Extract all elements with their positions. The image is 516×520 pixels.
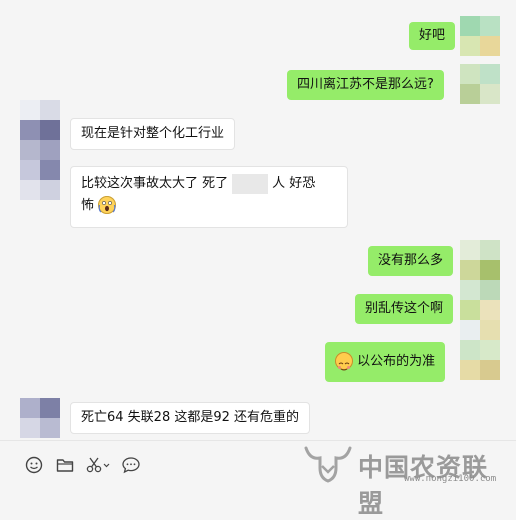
- message-text: 人 好恐: [272, 176, 316, 191]
- watermark: 中国农资联盟 www.nongzi100.com: [300, 444, 510, 518]
- message-bubble-incoming[interactable]: 死亡64 失联28 这都是92 还有危重的: [70, 402, 311, 434]
- avatar[interactable]: [20, 100, 60, 200]
- message-bubble-incoming[interactable]: 比较这次事故太大了 死了 人 好恐 怖: [70, 166, 348, 228]
- message-text: 以公布的为准: [357, 354, 436, 369]
- message-text: 比较这次事故太大了 死了: [81, 176, 229, 191]
- smile-emoji-icon: [335, 351, 353, 370]
- watermark-url: www.nongzi100.com: [404, 474, 497, 484]
- message-bubble-incoming[interactable]: 现在是针对整个化工行业: [70, 118, 236, 150]
- message-text: 现在是针对整个化工行业: [81, 126, 225, 141]
- message-text: 别乱传这个啊: [365, 301, 444, 316]
- chat-area: 好吧 四川离江苏不是那么远? 现在是针对整个化工行业 比较这次事故太大了 死了 人…: [0, 0, 516, 440]
- message-text: 好吧: [419, 28, 446, 43]
- message-bubble-outgoing[interactable]: 别乱传这个啊: [355, 294, 454, 324]
- avatar[interactable]: [460, 16, 500, 56]
- bull-logo-icon: [304, 446, 352, 483]
- avatar[interactable]: [20, 398, 60, 438]
- folder-icon[interactable]: [55, 455, 75, 475]
- chat-bubble-icon[interactable]: [121, 455, 141, 475]
- redacted-block: [232, 173, 269, 194]
- message-text: 四川离江苏不是那么远?: [297, 77, 434, 92]
- message-text: 没有那么多: [378, 253, 444, 268]
- avatar[interactable]: [460, 64, 500, 104]
- message-bubble-outgoing[interactable]: 没有那么多: [368, 246, 454, 276]
- message-text: 死亡64 失联28 这都是92 还有危重的: [81, 410, 300, 425]
- emoji-icon[interactable]: [24, 455, 44, 475]
- message-bubble-outgoing[interactable]: 好吧: [409, 22, 456, 50]
- message-bubble-outgoing[interactable]: 四川离江苏不是那么远?: [287, 70, 444, 100]
- avatar[interactable]: [460, 240, 500, 380]
- watermark-text: 中国农资联盟: [358, 453, 489, 518]
- message-bubble-outgoing[interactable]: 以公布的为准: [325, 342, 446, 382]
- message-text: 怖: [81, 198, 95, 213]
- scissors-icon[interactable]: [85, 455, 111, 475]
- scream-emoji-icon: [98, 195, 117, 214]
